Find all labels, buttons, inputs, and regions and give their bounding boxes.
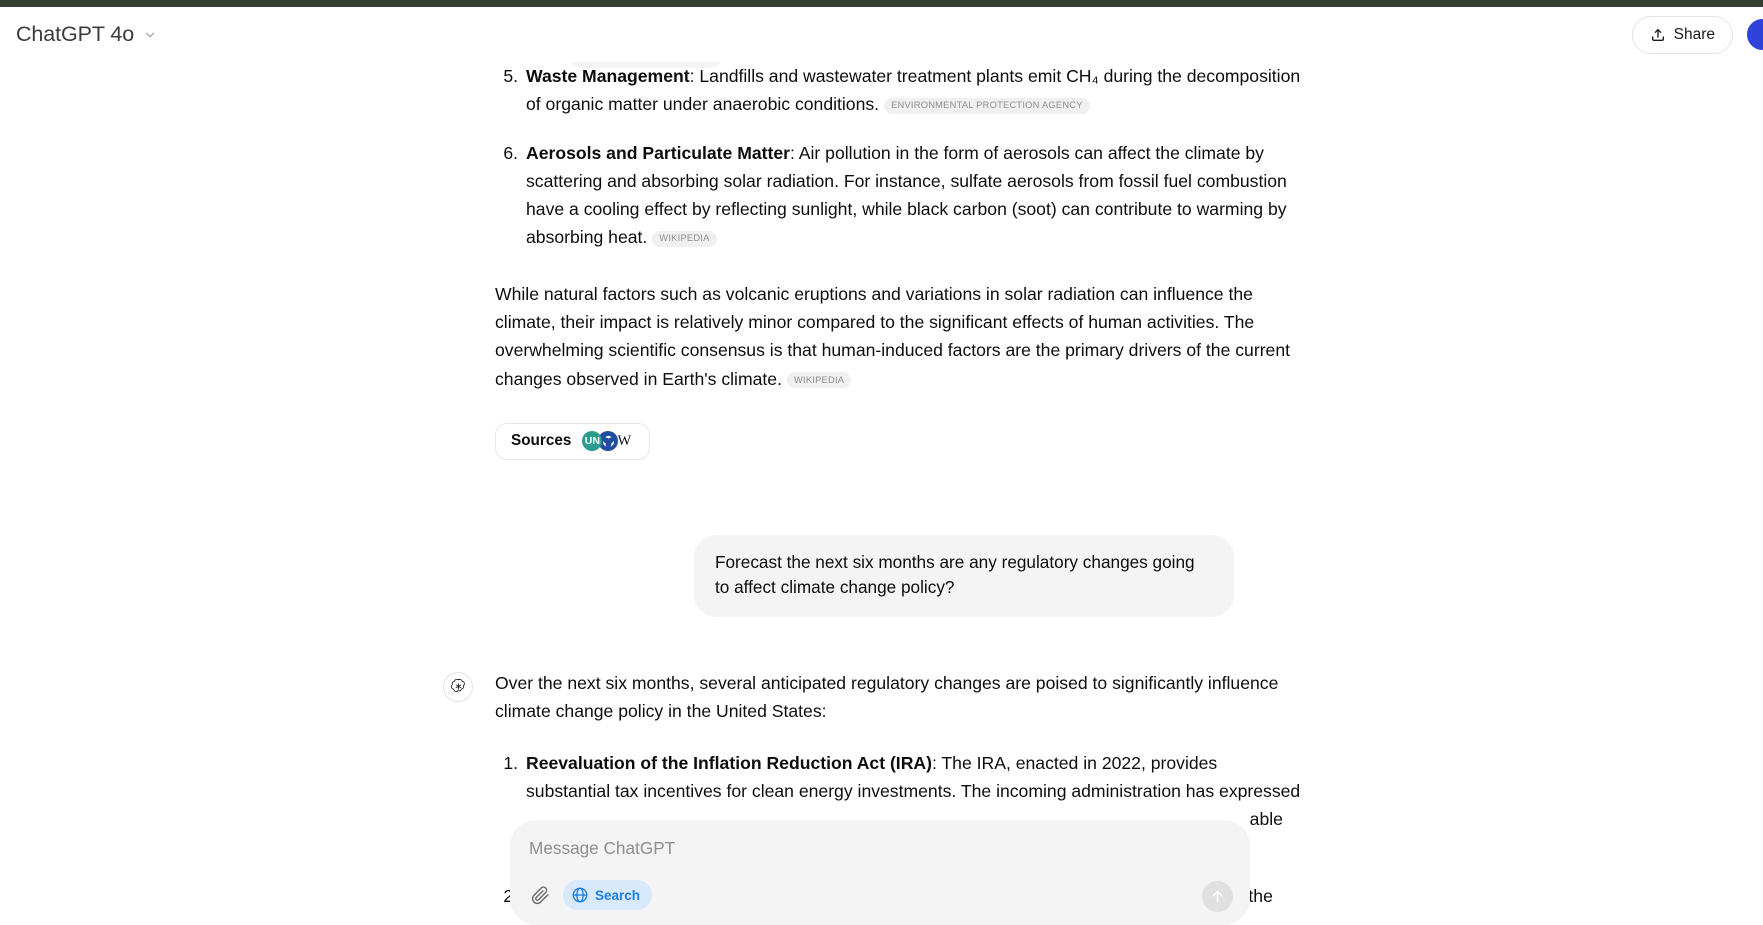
share-button[interactable]: Share	[1631, 15, 1733, 54]
share-upload-icon	[1650, 27, 1666, 43]
browser-top-strip	[0, 0, 1763, 7]
attach-file-button[interactable]	[525, 880, 555, 910]
arrow-up-icon	[1209, 888, 1226, 905]
header-right-actions: Share	[1631, 7, 1763, 62]
openai-logo-icon	[443, 671, 473, 702]
share-button-label: Share	[1673, 25, 1715, 43]
user-message-row: Forecast the next six months are any reg…	[495, 534, 1305, 617]
citation-badge[interactable]: WIKIPEDIA	[786, 372, 852, 389]
closing-paragraph: While natural factors such as volcanic e…	[495, 280, 1305, 393]
list-item-number: 6.	[503, 142, 518, 163]
list-item: 5. Waste Management: Landfills and waste…	[495, 62, 1305, 119]
app-header: ChatGPT 4o Share	[0, 7, 1763, 62]
list-item-title: Reevaluation of the Inflation Reduction …	[526, 752, 932, 773]
previous-answer-list: 5. Waste Management: Landfills and waste…	[495, 62, 1305, 252]
composer[interactable]: Message ChatGPT Search	[510, 820, 1250, 925]
chatgpt-app-window: ChatGPT 4o Share 5. Waste Management: La…	[0, 0, 1763, 925]
search-tool-label: Search	[595, 887, 641, 903]
list-item-number: 5.	[503, 66, 518, 86]
model-name-label: ChatGPT 4o	[16, 22, 135, 46]
citation-badge[interactable]: ENVIRONMENTAL PROTECTION AGENCY	[884, 97, 1090, 114]
paperclip-icon	[531, 885, 550, 905]
sources-button[interactable]: Sources UN W	[495, 422, 651, 460]
list-item: 6. Aerosols and Particulate Matter: Air …	[495, 139, 1305, 252]
globe-icon	[571, 886, 589, 904]
model-switcher-button[interactable]: ChatGPT 4o	[11, 17, 166, 52]
un-logo-icon: UN	[582, 431, 603, 452]
closing-paragraph-text: While natural factors such as volcanic e…	[495, 283, 1291, 389]
citation-badge[interactable]: WIKIPEDIA	[652, 230, 717, 247]
sources-button-label: Sources	[511, 432, 572, 450]
list-item-title: Waste Management	[526, 66, 690, 86]
composer-container: Message ChatGPT Search	[510, 810, 1250, 925]
user-message-bubble: Forecast the next six months are any reg…	[694, 534, 1234, 617]
search-tool-toggle[interactable]: Search	[563, 880, 653, 910]
assistant-intro-text: Over the next six months, several antici…	[495, 672, 1279, 722]
chevron-down-icon	[143, 28, 157, 42]
composer-tools: Search	[525, 880, 653, 910]
list-item-number: 1.	[503, 752, 518, 773]
conversation-thread: 5. Waste Management: Landfills and waste…	[0, 62, 1763, 925]
source-logo-group: UN W	[582, 431, 635, 452]
message-input-placeholder[interactable]: Message ChatGPT	[529, 837, 1233, 859]
user-avatar[interactable]	[1746, 18, 1763, 51]
list-item-title: Aerosols and Particulate Matter	[526, 142, 790, 163]
send-message-button[interactable]	[1202, 881, 1233, 912]
